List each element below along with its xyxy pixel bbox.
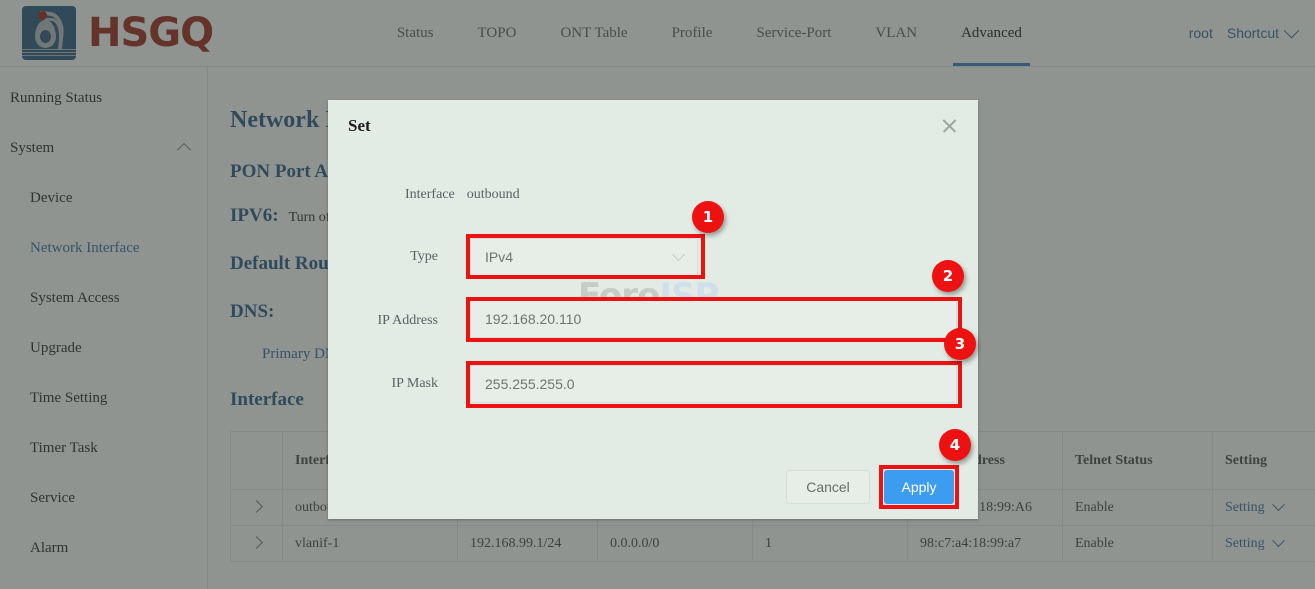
ip-mask-label: IP Mask <box>356 376 438 392</box>
dialog-title: Set <box>348 116 371 136</box>
ip-mask-value: 255.255.255.0 <box>485 376 575 392</box>
app-root: HSGQ Status TOPO ONT Table Profile Servi… <box>0 0 1315 589</box>
cancel-button[interactable]: Cancel <box>786 470 870 504</box>
annotation-badge-4: 4 <box>939 429 971 461</box>
annotation-badge-2: 2 <box>932 260 964 292</box>
type-select[interactable]: IPv4 <box>470 238 698 276</box>
interface-label: Interface <box>405 187 455 203</box>
close-icon[interactable] <box>941 117 959 135</box>
annotation-badge-1: 1 <box>692 201 724 233</box>
interface-value: outbound <box>467 187 520 203</box>
interface-readonly-row: Interface outbound <box>405 187 520 203</box>
type-label: Type <box>388 249 438 265</box>
type-select-value: IPv4 <box>485 249 513 265</box>
ip-address-label: IP Address <box>356 313 438 329</box>
ip-address-input[interactable]: 192.168.20.110 <box>470 300 957 338</box>
ip-mask-input[interactable]: 255.255.255.0 <box>470 365 957 403</box>
ip-address-value: 192.168.20.110 <box>485 311 581 327</box>
annotation-badge-3: 3 <box>944 328 976 360</box>
chevron-down-icon <box>672 248 685 261</box>
apply-button[interactable]: Apply <box>884 470 954 504</box>
